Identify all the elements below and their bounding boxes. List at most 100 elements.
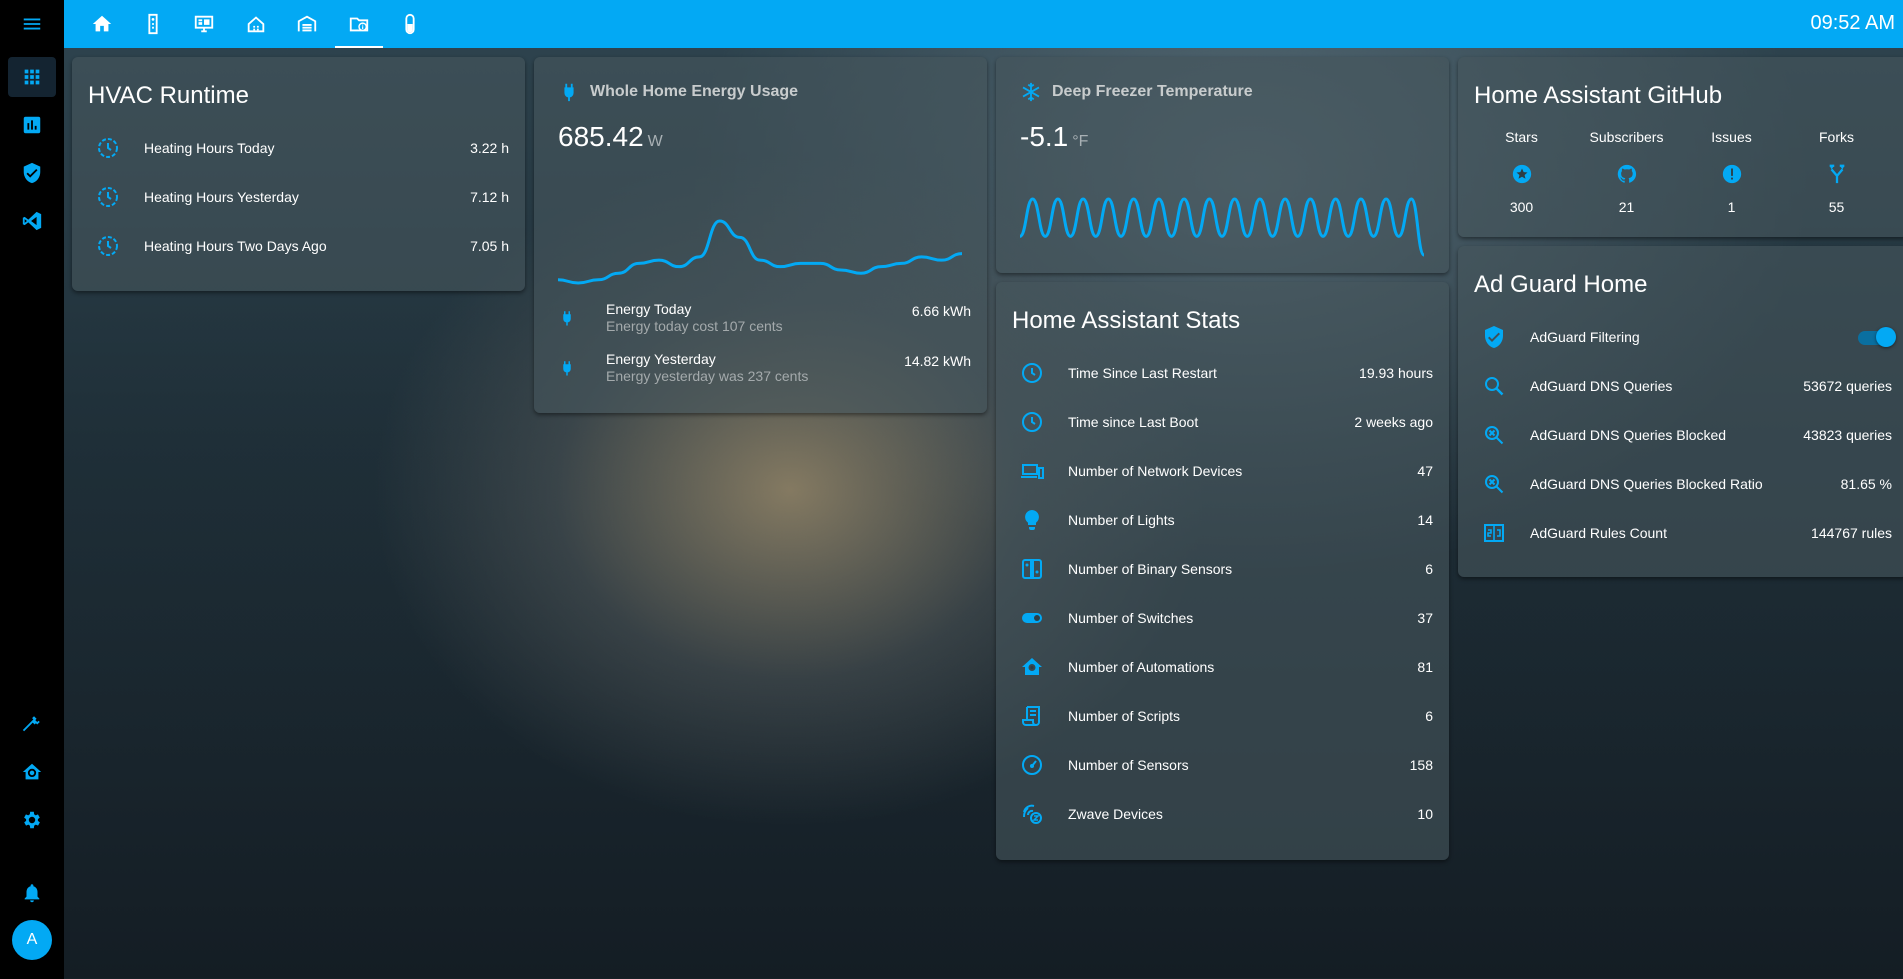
sensor-unit: W: [647, 133, 663, 150]
entity-row[interactable]: Time since Last Boot 2 weeks ago: [996, 398, 1449, 446]
github-stat-stars[interactable]: Stars 300: [1469, 129, 1574, 215]
entity-row[interactable]: Heating Hours Yesterday 7.12 h: [72, 173, 525, 221]
entity-name: Heating Hours Yesterday: [144, 189, 299, 205]
sidebar-item-developer-tools[interactable]: [8, 703, 56, 743]
magnify-close-icon: [1485, 475, 1504, 494]
entity-name: Time since Last Boot: [1068, 414, 1199, 430]
github-stat-subscribers[interactable]: Subscribers 21: [1574, 129, 1679, 215]
entity-row[interactable]: Number of Scripts 6: [996, 692, 1449, 740]
entity-name: Energy Today: [606, 301, 692, 317]
github-stat-forks[interactable]: Forks 55: [1784, 129, 1889, 215]
tab-remote[interactable]: [129, 0, 177, 48]
tab-monitor[interactable]: [180, 0, 228, 48]
energy-yesterday-row[interactable]: Energy Yesterday Energy yesterday was 23…: [534, 347, 987, 391]
sidebar-item-vscode[interactable]: [8, 201, 56, 241]
power-plug-icon: [563, 311, 571, 326]
github-icon: [1617, 164, 1636, 183]
sidebar-item-automations[interactable]: [8, 752, 56, 792]
tab-rooms[interactable]: [232, 0, 280, 48]
clock-icon: [1022, 412, 1042, 432]
entity-value: 81.65 %: [1840, 476, 1892, 492]
entity-name: Number of Network Devices: [1068, 463, 1243, 479]
entity-row[interactable]: Number of Binary Sensors 6: [996, 545, 1449, 593]
entity-row[interactable]: Zwave Devices 10: [996, 790, 1449, 838]
sensor-unit: °F: [1072, 133, 1089, 150]
energy-sparkline: [558, 219, 962, 285]
entity-value: 14: [1417, 512, 1433, 528]
entity-row[interactable]: Number of Switches 37: [996, 594, 1449, 642]
sidebar-item-history[interactable]: [8, 105, 56, 145]
entity-name: Number of Automations: [1068, 659, 1215, 675]
vscode-icon: [22, 211, 42, 231]
entity-row[interactable]: Heating Hours Today 3.22 h: [72, 124, 525, 172]
remote-icon: [148, 13, 158, 35]
tab-home[interactable]: [78, 0, 126, 48]
entity-name: Number of Sensors: [1068, 757, 1189, 773]
sensor-value: -5.1: [1020, 121, 1069, 152]
home-group-icon: [247, 16, 265, 33]
entity-secondary: Energy today cost 107 cents: [606, 318, 783, 334]
freezer-card[interactable]: Deep Freezer Temperature -5.1 °F: [996, 57, 1449, 273]
adguard-filtering-row[interactable]: AdGuard Filtering: [1458, 313, 1903, 361]
sensor-value: 685.42: [558, 121, 644, 152]
stat-label: Issues: [1711, 129, 1752, 145]
entity-value: 158: [1409, 757, 1433, 773]
sidebar-item-adguard[interactable]: [8, 153, 56, 193]
menu-button[interactable]: [8, 4, 56, 44]
top-bar: 09:52 AM: [64, 0, 1903, 48]
clock-outline-icon: [98, 138, 118, 158]
entity-value: 6.66 kWh: [911, 303, 971, 319]
entity-name: AdGuard DNS Queries: [1530, 378, 1673, 394]
entity-name: AdGuard Filtering: [1530, 329, 1640, 345]
tab-info[interactable]: [335, 0, 383, 48]
menu-icon: [23, 18, 41, 30]
entity-row[interactable]: Time Since Last Restart 19.93 hours: [996, 349, 1449, 397]
gauge-icon: [1022, 755, 1042, 775]
entity-value: 47: [1417, 463, 1433, 479]
lightbulb-icon: [1025, 510, 1039, 530]
card-title: Ad Guard Home: [1474, 271, 1648, 298]
entity-row[interactable]: AdGuard Rules Count 144767 rules: [1458, 509, 1903, 557]
home-automation-icon: [22, 763, 42, 780]
toggle-switch-icon: [1022, 613, 1042, 623]
github-stat-issues[interactable]: Issues 1: [1679, 129, 1784, 215]
entity-name: Number of Switches: [1068, 610, 1194, 626]
home-icon: [92, 15, 112, 32]
entity-name: AdGuard DNS Queries Blocked Ratio: [1530, 476, 1763, 492]
entity-row[interactable]: Number of Network Devices 47: [996, 447, 1449, 495]
devices-icon: [1021, 464, 1044, 479]
tab-pills[interactable]: [386, 0, 434, 48]
entity-row[interactable]: AdGuard DNS Queries 53672 queries: [1458, 362, 1903, 410]
sidebar-item-notifications[interactable]: [8, 873, 56, 913]
energy-card[interactable]: Whole Home Energy Usage 685.42 W Energy T…: [534, 57, 987, 413]
entity-value: 37: [1417, 610, 1433, 626]
entity-row[interactable]: Number of Automations 81: [996, 643, 1449, 691]
entity-value: 14.82 kWh: [904, 353, 971, 369]
energy-sparkline-path: [558, 219, 962, 285]
script-icon: [1022, 706, 1040, 726]
entity-row[interactable]: Heating Hours Two Days Ago 7.05 h: [72, 222, 525, 270]
entity-row[interactable]: Number of Sensors 158: [996, 741, 1449, 789]
hammer-icon: [22, 716, 40, 732]
entity-name: Number of Binary Sensors: [1068, 561, 1233, 577]
sidebar-item-dashboard[interactable]: [8, 57, 56, 97]
entity-row[interactable]: Number of Lights 14: [996, 496, 1449, 544]
nintendo-switch-icon: [1022, 559, 1042, 579]
entity-value: 7.12 h: [470, 189, 509, 205]
freezer-sparkline-path: [1020, 197, 1424, 257]
sidebar-item-settings[interactable]: [8, 800, 56, 840]
avatar[interactable]: A: [12, 920, 52, 960]
adguard-filtering-toggle[interactable]: [1858, 327, 1896, 347]
hvac-runtime-card: HVAC Runtime Heating Hours Today 3.22 h …: [72, 57, 525, 291]
entity-row[interactable]: AdGuard DNS Queries Blocked Ratio 81.65 …: [1458, 460, 1903, 508]
shield-check-icon: [23, 162, 41, 184]
entity-row[interactable]: AdGuard DNS Queries Blocked 43823 querie…: [1458, 411, 1903, 459]
clock: 09:52 AM: [1810, 12, 1895, 34]
magnify-icon: [1485, 377, 1504, 396]
entity-name: AdGuard DNS Queries Blocked: [1530, 427, 1727, 443]
energy-today-row[interactable]: Energy Today Energy today cost 107 cents…: [534, 297, 987, 341]
entity-value: 53672 queries: [1803, 378, 1892, 394]
power-plug-icon: [564, 83, 574, 102]
tab-garage[interactable]: [283, 0, 331, 48]
stat-label: Forks: [1819, 129, 1854, 145]
